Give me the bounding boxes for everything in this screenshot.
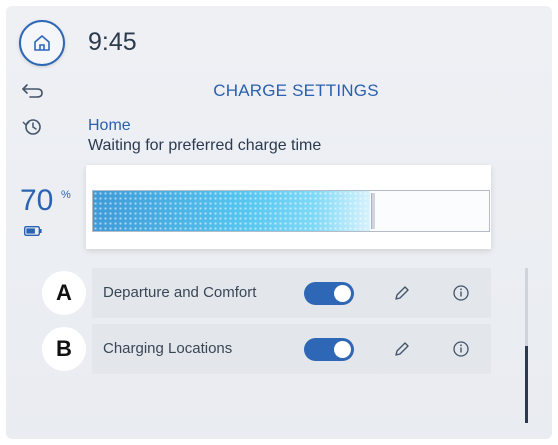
battery-icon bbox=[24, 226, 42, 236]
home-button[interactable] bbox=[19, 20, 65, 66]
row-label: Charging Locations bbox=[103, 340, 233, 357]
info-icon[interactable] bbox=[452, 340, 470, 358]
toggle-knob bbox=[334, 285, 351, 302]
back-arrow-icon[interactable] bbox=[21, 82, 45, 100]
percent-sign: % bbox=[61, 189, 71, 201]
toggle-knob bbox=[334, 341, 351, 358]
home-icon bbox=[34, 35, 50, 51]
pencil-icon[interactable] bbox=[393, 340, 411, 358]
history-icon[interactable] bbox=[21, 117, 43, 137]
page-title: CHARGE SETTINGS bbox=[213, 81, 379, 100]
settings-row-charging-locations[interactable]: Charging Locations bbox=[92, 324, 491, 374]
scrollbar-thumb[interactable] bbox=[525, 346, 528, 423]
charge-settings-screen: 9:45 CHARGE SETTINGS Home Waiting for pr… bbox=[6, 6, 552, 439]
charge-status-text: Waiting for preferred charge time bbox=[88, 137, 322, 154]
callout-a: A bbox=[42, 271, 86, 315]
charge-target-marker bbox=[371, 193, 375, 229]
charge-level-fill bbox=[93, 191, 370, 231]
location-name: Home bbox=[88, 117, 131, 134]
settings-row-departure-comfort[interactable]: Departure and Comfort bbox=[92, 268, 491, 318]
battery-percent: 70 bbox=[20, 184, 54, 217]
pencil-icon[interactable] bbox=[393, 284, 411, 302]
callout-b: B bbox=[42, 327, 86, 371]
charging-locations-toggle[interactable] bbox=[304, 338, 354, 361]
info-icon[interactable] bbox=[452, 284, 470, 302]
clock-time: 9:45 bbox=[88, 28, 137, 56]
row-label: Departure and Comfort bbox=[103, 284, 257, 301]
departure-comfort-toggle[interactable] bbox=[304, 282, 354, 305]
